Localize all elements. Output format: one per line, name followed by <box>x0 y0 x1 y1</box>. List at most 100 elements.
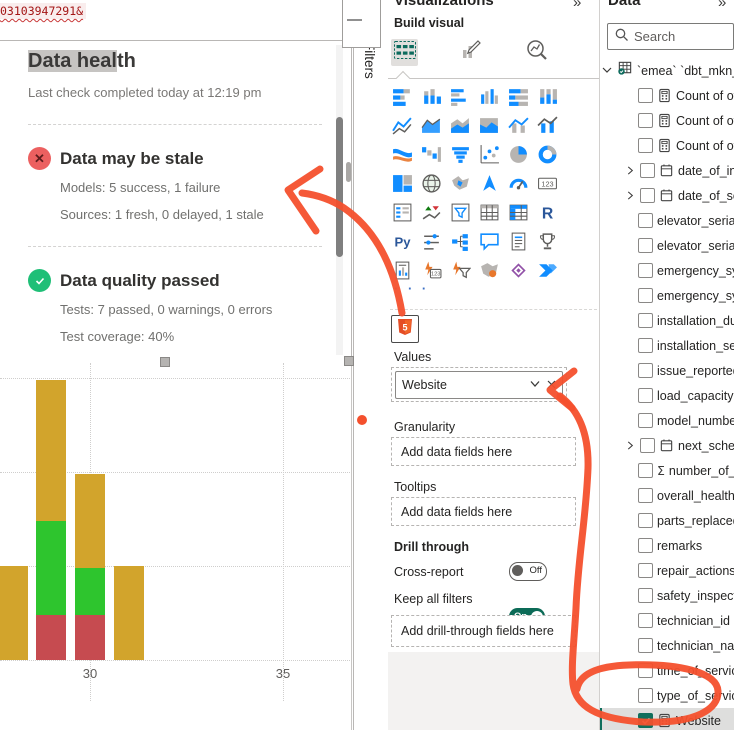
tab-build-visual[interactable] <box>391 39 418 66</box>
field-row[interactable]: Count of overal... <box>600 108 734 133</box>
field-checkbox[interactable] <box>638 538 653 553</box>
field-row[interactable]: date_of_service <box>600 183 734 208</box>
power-automate-trigger-icon[interactable] <box>450 260 471 281</box>
field-row[interactable]: Count of overal... <box>600 83 734 108</box>
bar-segment-gold-series[interactable] <box>36 380 66 521</box>
field-checkbox[interactable] <box>638 513 653 528</box>
field-row[interactable]: load_capacity <box>600 383 734 408</box>
field-checkbox[interactable] <box>638 88 653 103</box>
chart-visual[interactable]: 3035 <box>0 361 352 730</box>
pie-chart-icon[interactable] <box>508 144 529 165</box>
table-icon[interactable] <box>479 202 500 223</box>
field-row[interactable]: emergency_syst... <box>600 258 734 283</box>
collapse-pane-icon[interactable]: » <box>718 0 726 11</box>
ribbon-chart-icon[interactable] <box>392 144 413 165</box>
hundred-stacked-area-chart-icon[interactable] <box>479 115 500 136</box>
field-checkbox[interactable] <box>638 388 653 403</box>
field-checkbox[interactable] <box>640 163 655 178</box>
treemap-icon[interactable] <box>392 173 413 194</box>
collapse-pane-icon[interactable]: » <box>573 0 581 11</box>
field-row[interactable]: technician_name <box>600 633 734 658</box>
field-checkbox[interactable] <box>638 313 653 328</box>
field-checkbox[interactable] <box>638 263 653 278</box>
python-visual-icon[interactable]: Py <box>392 231 413 252</box>
stacked-area-chart-icon[interactable] <box>450 115 471 136</box>
chevron-right-icon[interactable] <box>626 437 636 455</box>
waterfall-chart-icon[interactable] <box>421 144 442 165</box>
filled-map-icon[interactable] <box>450 173 471 194</box>
field-checkbox[interactable] <box>638 563 653 578</box>
field-row[interactable]: date_of_installa... <box>600 158 734 183</box>
field-row[interactable]: remarks <box>600 533 734 558</box>
field-row[interactable]: issue_reported <box>600 358 734 383</box>
field-row[interactable]: parts_replaced <box>600 508 734 533</box>
granularity-well[interactable]: Add data fields here <box>391 437 576 466</box>
field-checkbox[interactable] <box>638 663 653 678</box>
field-row[interactable]: emergency_syst... <box>600 283 734 308</box>
scatter-chart-icon[interactable] <box>479 144 500 165</box>
bar-segment-green-series[interactable] <box>36 521 66 615</box>
map-icon[interactable] <box>421 173 442 194</box>
card-scrollbar-thumb[interactable] <box>336 117 343 257</box>
visual-resize-handle-corner[interactable] <box>344 356 354 366</box>
bar-segment-gold-series[interactable] <box>0 566 28 660</box>
field-row[interactable]: elevator_serial_... <box>600 208 734 233</box>
field-checkbox[interactable] <box>640 438 655 453</box>
line-and-clustered-column-chart-icon[interactable] <box>537 115 558 136</box>
multi-row-card-icon[interactable] <box>392 202 413 223</box>
tooltips-well[interactable]: Add data fields here <box>391 497 576 526</box>
custom-visual-icon[interactable] <box>508 260 529 281</box>
field-checkbox[interactable] <box>638 488 653 503</box>
field-row[interactable]: overall_health_c... <box>600 483 734 508</box>
field-row[interactable]: time_of_service <box>600 658 734 683</box>
field-checkbox[interactable] <box>640 188 655 203</box>
field-row[interactable]: Website <box>600 708 734 730</box>
area-chart-icon[interactable] <box>421 115 442 136</box>
values-field-pill[interactable]: Website <box>395 371 563 399</box>
get-more-visuals-button[interactable]: · · · <box>394 281 429 296</box>
bar-segment-gold-series[interactable] <box>75 474 105 568</box>
clustered-column-chart-icon[interactable] <box>479 86 500 107</box>
minimize-button[interactable]: — <box>342 0 381 48</box>
bar-segment-red-series[interactable] <box>36 615 66 660</box>
r-script-visual-icon[interactable]: R <box>537 202 558 223</box>
arcgis-map-icon[interactable] <box>479 260 500 281</box>
donut-chart-icon[interactable] <box>537 144 558 165</box>
field-checkbox[interactable] <box>638 113 653 128</box>
field-row[interactable]: Count of overal... <box>600 133 734 158</box>
field-checkbox[interactable] <box>638 238 653 253</box>
field-row[interactable]: type_of_service <box>600 683 734 708</box>
field-row[interactable]: safety_inspectio... <box>600 583 734 608</box>
chevron-right-icon[interactable] <box>626 187 636 205</box>
decomposition-tree-icon[interactable] <box>450 231 471 252</box>
search-input[interactable]: Search <box>607 23 734 50</box>
gauge-icon[interactable] <box>508 173 529 194</box>
stacked-bar-chart-icon[interactable] <box>392 86 413 107</box>
chevron-right-icon[interactable] <box>626 162 636 180</box>
field-checkbox[interactable] <box>638 363 653 378</box>
table-node-row[interactable]: `emea` `dbt_mkn_bron... <box>600 58 734 83</box>
field-checkbox[interactable] <box>638 463 653 478</box>
field-row[interactable]: model_number <box>600 408 734 433</box>
field-checkbox[interactable] <box>638 338 653 353</box>
hundred-stacked-column-chart-icon[interactable] <box>537 86 558 107</box>
bar-segment-green-series[interactable] <box>75 568 105 615</box>
line-chart-icon[interactable] <box>392 115 413 136</box>
paginated-report-icon[interactable] <box>392 260 413 281</box>
field-row[interactable]: installation_serv... <box>600 333 734 358</box>
field-row[interactable]: elevator_serial_... <box>600 233 734 258</box>
field-checkbox[interactable] <box>638 638 653 653</box>
field-checkbox[interactable] <box>638 413 653 428</box>
field-row[interactable]: next_scheduled... <box>600 433 734 458</box>
field-row[interactable]: installation_dur... <box>600 308 734 333</box>
card-icon[interactable]: 123 <box>537 173 558 194</box>
field-row[interactable]: repair_actions_t... <box>600 558 734 583</box>
metrics-icon[interactable] <box>537 231 558 252</box>
bar-segment-gold-series[interactable] <box>114 566 144 660</box>
field-row[interactable]: Σnumber_of_floo... <box>600 458 734 483</box>
field-checkbox[interactable] <box>638 213 653 228</box>
field-checkbox[interactable] <box>638 613 653 628</box>
field-row[interactable]: technician_id <box>600 608 734 633</box>
field-checkbox[interactable] <box>638 688 653 703</box>
chevron-down-icon[interactable] <box>602 62 613 80</box>
